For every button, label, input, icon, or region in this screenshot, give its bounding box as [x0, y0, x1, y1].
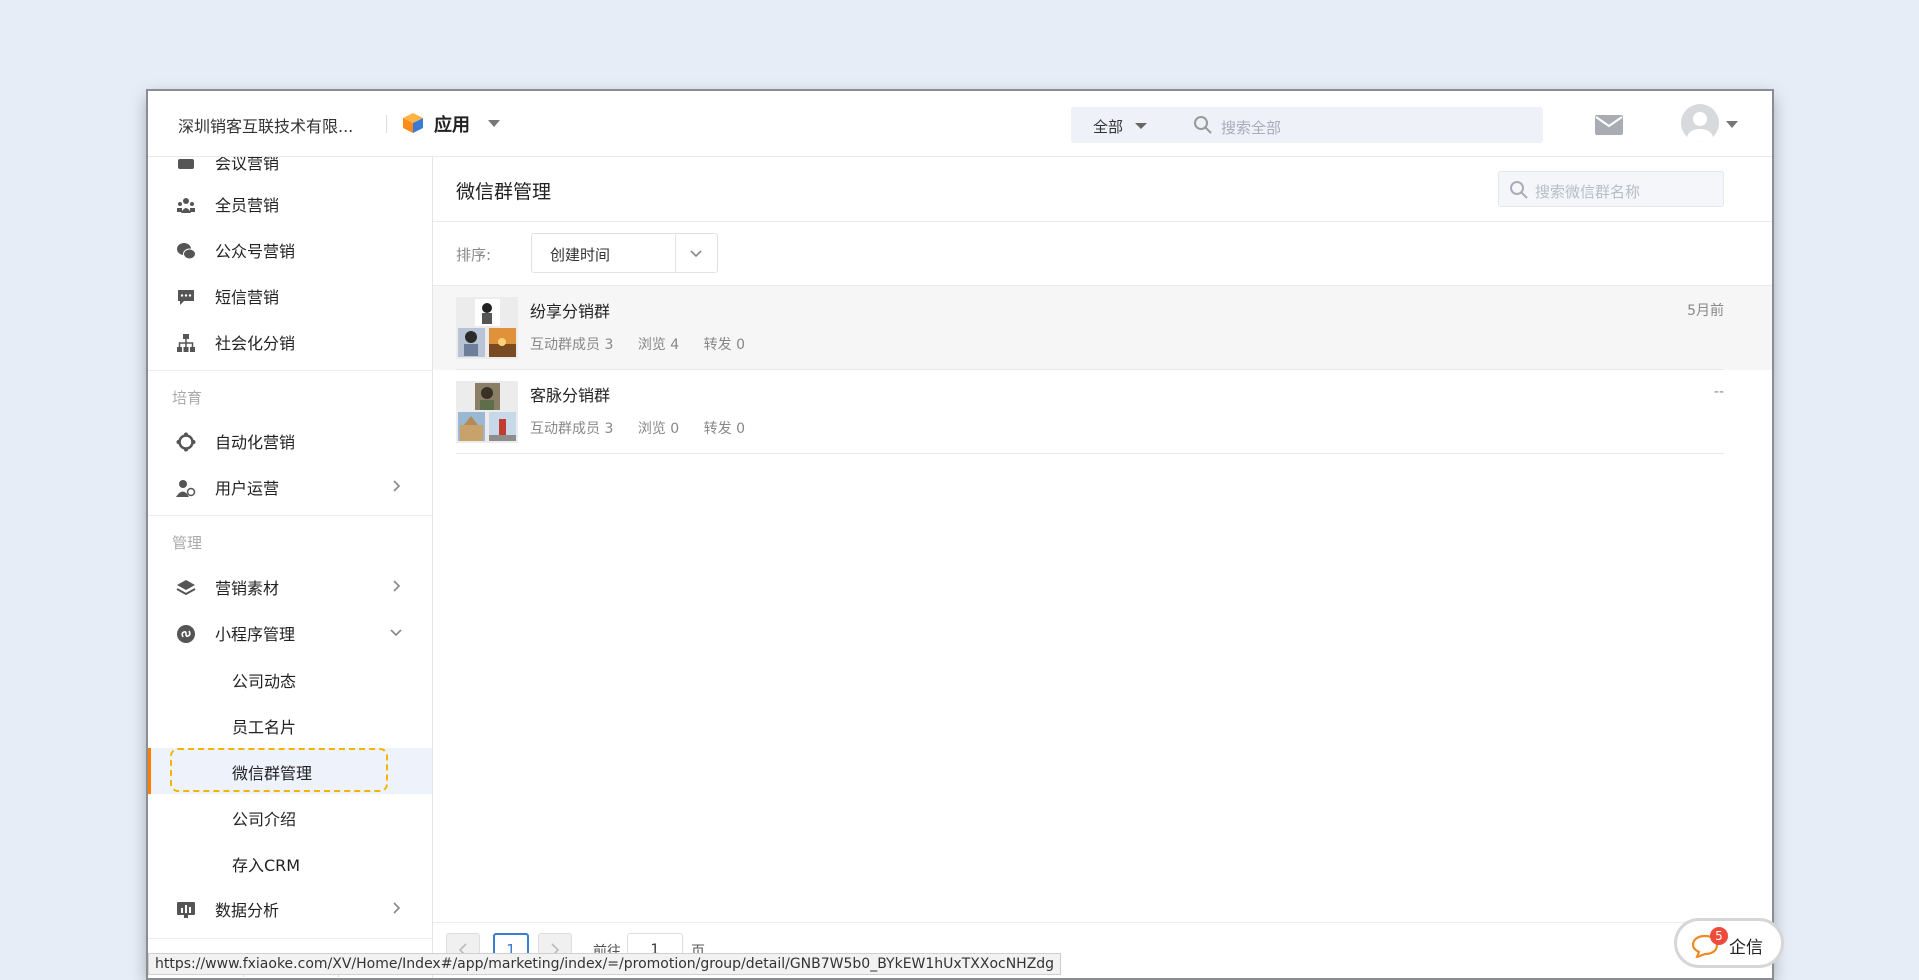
sidebar-item-label: 小程序管理 [215, 625, 296, 644]
sidebar-item-label: 公众号营销 [215, 242, 296, 261]
chevron-right-icon[interactable] [388, 578, 404, 594]
app-window: 深圳销客互联技术有限... 应用 全部 搜索全部 会议营销 全员营销 公众号营销… [148, 91, 1772, 978]
qixin-label: 企信 [1729, 938, 1763, 958]
select-separator [675, 234, 676, 272]
sidebar-subitem-label: 微信群管理 [232, 764, 313, 783]
app-menu-label[interactable]: 应用 [434, 111, 470, 137]
meeting-icon [178, 159, 194, 169]
sidebar-item-label: 社会化分销 [215, 334, 296, 353]
sort-select-value: 创建时间 [550, 246, 611, 264]
status-bar-url: https://www.fxiaoke.com/XV/Home/Index#/a… [148, 953, 1062, 975]
search-scope-select[interactable]: 全部 [1093, 116, 1123, 137]
app-cube-icon[interactable] [402, 112, 424, 134]
group-name[interactable]: 客脉分销群 [530, 382, 610, 406]
group-avatar-collage [456, 297, 518, 359]
sidebar-group-cultivate: 培育 [172, 389, 203, 407]
chevron-right-icon[interactable] [388, 900, 404, 916]
sidebar-item-label: 会议营销 [215, 157, 280, 173]
sidebar-item-sms[interactable]: 短信营销 [148, 273, 432, 319]
chevron-down-icon[interactable] [388, 624, 404, 640]
sidebar-item-marketing-material[interactable]: 营销素材 [148, 564, 432, 610]
sidebar-subitem-company-intro[interactable]: 公司介绍 [148, 794, 432, 840]
sidebar-item-all-staff[interactable]: 全员营销 [148, 181, 432, 227]
sidebar-divider [148, 370, 432, 371]
team-icon [177, 198, 195, 213]
group-search-input[interactable]: 搜索微信群名称 [1498, 171, 1724, 207]
caret-down-icon[interactable] [488, 120, 500, 127]
header-divider [386, 115, 387, 133]
sidebar-item-data-analysis[interactable]: 数据分析 [148, 886, 432, 932]
group-views: 浏览 0 [637, 421, 680, 437]
miniprogram-icon [177, 625, 195, 643]
sidebar: 会议营销 全员营销 公众号营销 短信营销 社会化分销 培育 自动化营销 用户运营… [148, 157, 433, 978]
page-title: 微信群管理 [456, 181, 552, 203]
automation-icon [176, 432, 196, 452]
group-search-placeholder: 搜索微信群名称 [1535, 183, 1641, 201]
sidebar-subitem-label: 存入CRM [232, 856, 301, 875]
sidebar-item-label: 用户运营 [215, 479, 280, 498]
global-search-input[interactable]: 搜索全部 [1221, 117, 1281, 138]
group-time: -- [1713, 384, 1724, 400]
sms-icon [178, 290, 194, 305]
sidebar-group-manage: 管理 [172, 534, 203, 552]
sidebar-item-automation[interactable]: 自动化营销 [148, 418, 432, 464]
company-name[interactable]: 深圳销客互联技术有限... [178, 113, 353, 137]
group-members: 互动群成员 3 [530, 337, 614, 353]
main-content: 微信群管理 搜索微信群名称 排序: 创建时间 纷享分销群 互动群成员 3 浏览 … [433, 157, 1772, 978]
chevron-right-icon[interactable] [388, 478, 404, 494]
sidebar-item-official-account[interactable]: 公众号营销 [148, 227, 432, 273]
group-avatar-collage [456, 381, 518, 443]
sidebar-subitem-label: 公司介绍 [232, 810, 297, 829]
user-ops-icon [176, 480, 196, 497]
group-stats: 互动群成员 3 浏览 4 转发 0 [530, 334, 765, 354]
group-shares: 转发 0 [703, 337, 745, 353]
sort-select[interactable]: 创建时间 [531, 233, 718, 273]
sidebar-item-label: 数据分析 [215, 901, 280, 920]
sidebar-subitem-staff-card[interactable]: 员工名片 [148, 702, 432, 748]
group-time: 5月前 [1687, 303, 1724, 319]
layers-icon [176, 580, 196, 596]
unread-badge: 5 [1710, 927, 1728, 945]
global-search-bar: 全部 搜索全部 [1071, 107, 1543, 143]
mail-icon[interactable] [1595, 115, 1623, 135]
search-icon[interactable] [1193, 115, 1213, 135]
chart-monitor-icon [177, 902, 195, 918]
sidebar-subitem-label: 公司动态 [232, 672, 297, 691]
sidebar-item-label: 全员营销 [215, 196, 280, 215]
group-views: 浏览 4 [637, 337, 680, 353]
sort-label: 排序: [456, 246, 492, 264]
user-silhouette-icon [1687, 112, 1713, 142]
sidebar-item-social-distribution[interactable]: 社会化分销 [148, 319, 432, 365]
caret-down-icon[interactable] [1135, 123, 1147, 129]
group-shares: 转发 0 [703, 421, 745, 437]
top-bar: 深圳销客互联技术有限... 应用 全部 搜索全部 [148, 91, 1772, 157]
sidebar-subitem-company-news[interactable]: 公司动态 [148, 656, 432, 702]
sidebar-item-miniprogram[interactable]: 小程序管理 [148, 610, 432, 656]
sidebar-item-label: 自动化营销 [215, 433, 296, 452]
chevron-down-icon[interactable] [688, 245, 704, 261]
sidebar-item-label: 短信营销 [215, 288, 280, 307]
sidebar-divider [148, 515, 432, 516]
org-chart-icon [177, 334, 195, 352]
header-divider [433, 221, 1772, 222]
wechat-icon [177, 243, 196, 260]
table-row[interactable]: 纷享分销群 互动群成员 3 浏览 4 转发 0 5月前 [433, 286, 1772, 370]
sidebar-subitem-save-crm[interactable]: 存入CRM [148, 840, 432, 886]
sidebar-subitem-wechat-groups[interactable]: 微信群管理 [148, 748, 432, 794]
row-divider [456, 453, 1724, 454]
qixin-chat-button[interactable]: 5 企信 [1674, 918, 1784, 968]
avatar[interactable] [1681, 104, 1719, 142]
group-members: 互动群成员 3 [530, 421, 614, 437]
group-name[interactable]: 纷享分销群 [530, 298, 610, 322]
sidebar-item-label: 营销素材 [215, 579, 280, 598]
table-row[interactable]: 客脉分销群 互动群成员 3 浏览 0 转发 0 -- [433, 370, 1772, 454]
sidebar-item-user-ops[interactable]: 用户运营 [148, 464, 432, 510]
sidebar-subitem-label: 员工名片 [232, 718, 297, 737]
group-stats: 互动群成员 3 浏览 0 转发 0 [530, 418, 765, 438]
search-icon [1510, 181, 1528, 199]
caret-down-icon[interactable] [1726, 121, 1738, 128]
